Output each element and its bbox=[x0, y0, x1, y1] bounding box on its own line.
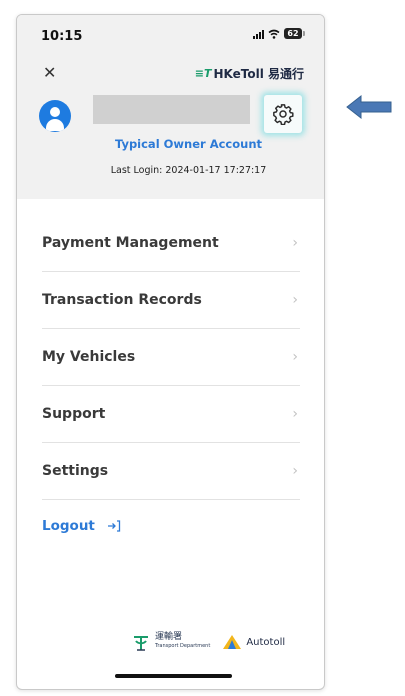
battery-icon: 62 bbox=[284, 28, 305, 39]
footer-logos: 運輸署 Transport Department Autotoll bbox=[131, 632, 285, 652]
last-login: Last Login: 2024-01-17 17:27:17 bbox=[110, 165, 267, 176]
autotoll-name: Autotoll bbox=[246, 636, 286, 648]
menu-item-label: Transaction Records bbox=[42, 292, 202, 308]
hketoll-logo: ≡T HKeToll 易通行 bbox=[195, 65, 304, 82]
menu-item-label: My Vehicles bbox=[42, 349, 136, 365]
transport-department-emblem-icon bbox=[134, 636, 148, 651]
chevron-right-icon: › bbox=[292, 406, 298, 422]
transport-department-cn: 運輸署 bbox=[155, 632, 183, 642]
transport-department-en: Transport Department bbox=[155, 643, 211, 649]
autotoll-logo: Autotoll bbox=[222, 634, 285, 650]
menu-item-label: Settings bbox=[42, 463, 109, 479]
autotoll-emblem-icon bbox=[223, 635, 242, 649]
chevron-right-icon: › bbox=[292, 292, 298, 308]
home-indicator bbox=[115, 674, 232, 678]
menu-item-support[interactable]: Support › bbox=[42, 386, 300, 443]
user-avatar-icon bbox=[39, 100, 71, 132]
logout-icon bbox=[107, 520, 121, 532]
main-menu: Payment Management › Transaction Records… bbox=[42, 215, 300, 500]
status-time: 10:15 bbox=[41, 29, 83, 44]
account-type: Typical Owner Account bbox=[114, 137, 263, 151]
brand-name: HKeToll 易通行 bbox=[213, 67, 304, 81]
menu-item-label: Support bbox=[42, 406, 106, 422]
menu-item-payment-management[interactable]: Payment Management › bbox=[42, 215, 300, 272]
menu-item-my-vehicles[interactable]: My Vehicles › bbox=[42, 329, 300, 386]
wifi-icon bbox=[268, 29, 280, 39]
signal-icon bbox=[253, 29, 264, 39]
close-button[interactable]: ✕ bbox=[43, 65, 56, 81]
redacted-username bbox=[93, 95, 250, 124]
chevron-right-icon: › bbox=[292, 235, 298, 251]
status-icons: 62 bbox=[253, 28, 305, 39]
logout-button[interactable]: Logout bbox=[42, 518, 121, 534]
menu-item-label: Payment Management bbox=[42, 235, 219, 251]
chevron-right-icon: › bbox=[292, 349, 298, 365]
gear-icon[interactable] bbox=[264, 95, 302, 133]
transport-department-logo: 運輸署 Transport Department bbox=[131, 632, 210, 652]
chevron-right-icon: › bbox=[292, 463, 298, 479]
menu-item-settings[interactable]: Settings › bbox=[42, 443, 300, 500]
pointer-arrow-icon bbox=[346, 94, 392, 120]
phone-screen: 10:15 62 ✕ ≡T HKeToll 易通行 Typical Owner … bbox=[16, 14, 325, 690]
brand-mark-icon: ≡T bbox=[194, 67, 212, 80]
menu-item-transaction-records[interactable]: Transaction Records › bbox=[42, 272, 300, 329]
logout-label: Logout bbox=[42, 518, 95, 534]
profile-header: 10:15 62 ✕ ≡T HKeToll 易通行 Typical Owner … bbox=[17, 15, 324, 199]
